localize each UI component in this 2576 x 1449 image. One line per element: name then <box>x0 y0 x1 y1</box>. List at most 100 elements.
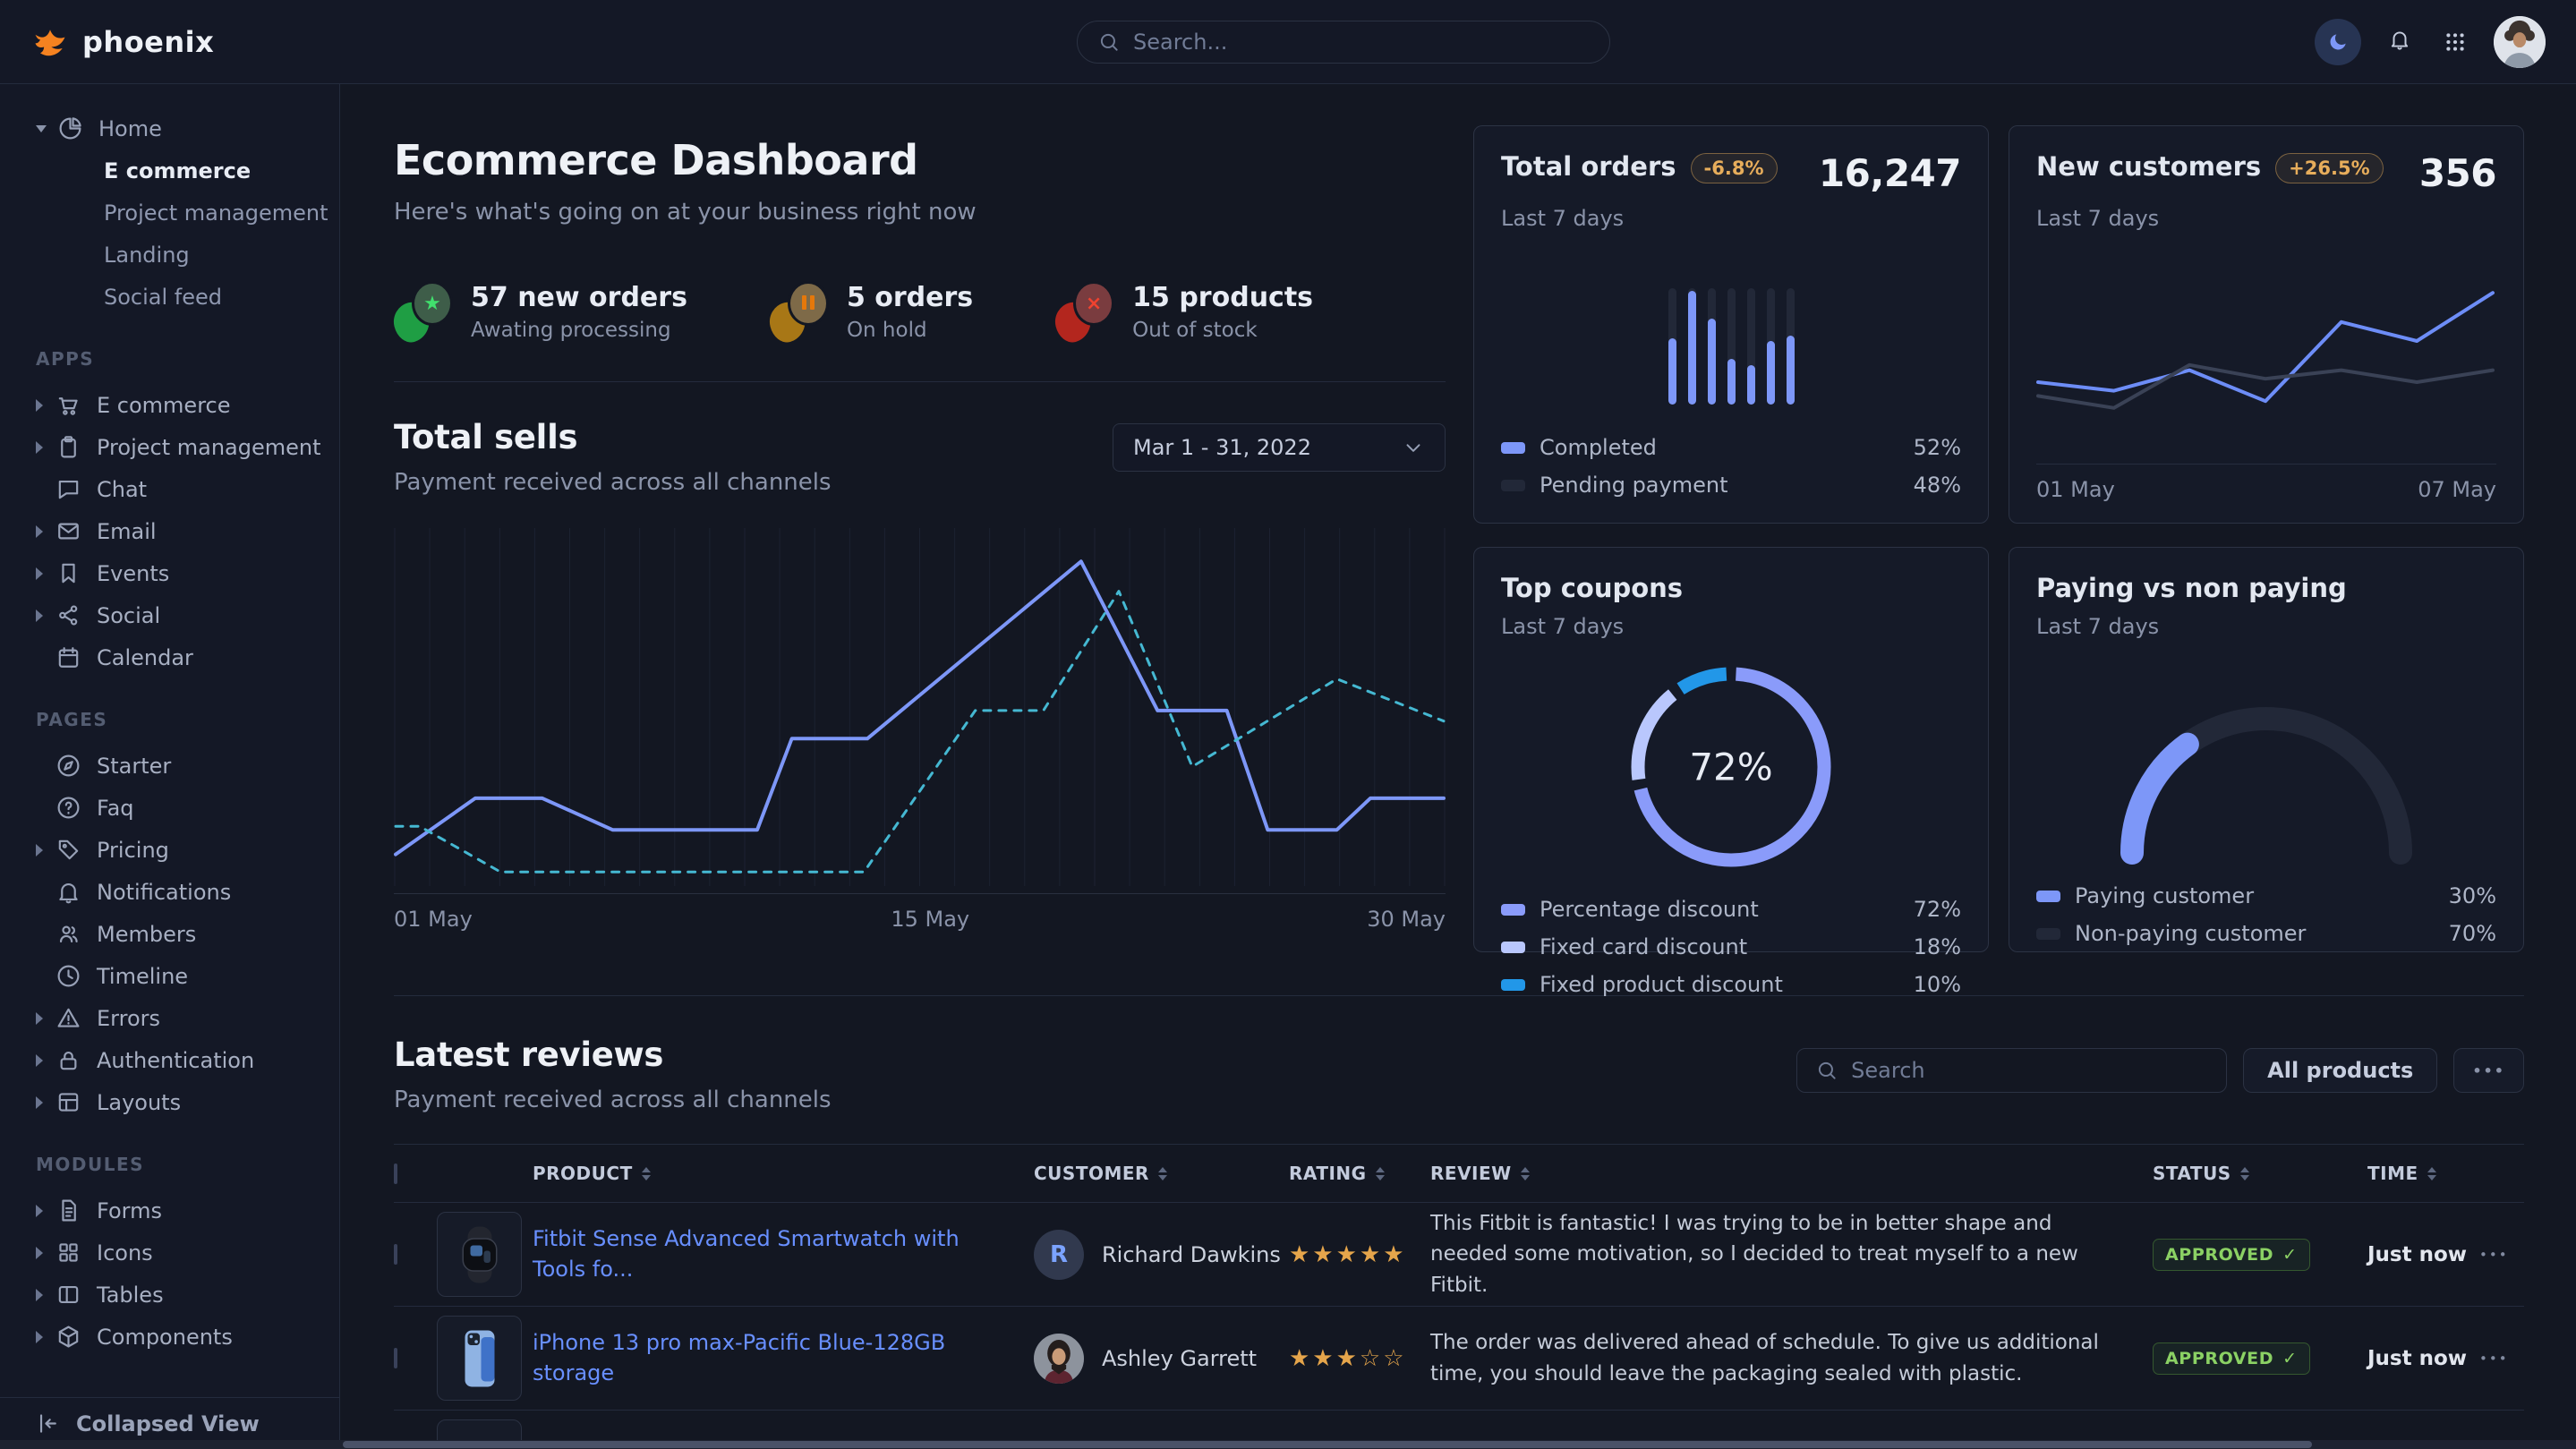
column-header-product[interactable]: PRODUCT <box>533 1163 1034 1184</box>
theme-toggle-button[interactable] <box>2315 19 2361 65</box>
row-checkbox[interactable] <box>394 1348 397 1368</box>
caret-right-icon <box>36 1012 43 1025</box>
check-icon: ✓ <box>2282 1349 2298 1368</box>
sidebar-item-e-commerce-dashboard[interactable]: E commerce <box>0 149 339 192</box>
sort-icon <box>642 1167 651 1181</box>
sidebar-item-email[interactable]: Email <box>0 510 339 552</box>
column-header-customer[interactable]: CUSTOMER <box>1034 1163 1289 1184</box>
product-link[interactable]: Fitbit Sense Advanced Smartwatch with To… <box>533 1224 1034 1284</box>
mail-icon <box>55 518 81 544</box>
row-menu-button[interactable]: ••• <box>2479 1247 2515 1263</box>
search-icon <box>1815 1059 1838 1082</box>
sidebar-item-authentication[interactable]: Authentication <box>0 1039 339 1081</box>
caret-right-icon <box>36 1331 43 1343</box>
orders-bar-chart <box>1501 288 1961 405</box>
x-tick-01-may: 01 May <box>394 907 473 932</box>
column-header-rating[interactable]: RATING <box>1289 1163 1430 1184</box>
row-checkbox[interactable] <box>394 1244 397 1265</box>
sidebar-item-events[interactable]: Events <box>0 552 339 594</box>
bell-icon <box>2388 28 2417 56</box>
horizontal-scrollbar[interactable] <box>343 1441 2312 1448</box>
product-thumbnail-iphone[interactable] <box>437 1316 522 1401</box>
sidebar-item-social-feed[interactable]: Social feed <box>0 276 339 318</box>
legend-paying-customer: Paying customer30% <box>2036 883 2496 908</box>
paying-gauge-chart <box>2036 669 2496 871</box>
grid-icon <box>55 1240 81 1266</box>
column-header-review[interactable]: REVIEW <box>1430 1163 2153 1184</box>
user-avatar[interactable] <box>2494 16 2546 68</box>
more-options-button[interactable]: ••• <box>2453 1048 2524 1093</box>
sidebar-item-e-commerce[interactable]: E commerce <box>0 384 339 426</box>
sidebar-item-icons[interactable]: Icons <box>0 1232 339 1274</box>
sidebar-item-timeline[interactable]: Timeline <box>0 955 339 997</box>
card-value: 356 <box>2419 151 2496 195</box>
sort-icon <box>1158 1167 1167 1181</box>
x-tick-07-may: 07 May <box>2418 477 2496 502</box>
calendar-icon <box>55 644 81 670</box>
legend-completed: Completed52% <box>1501 435 1961 460</box>
search-icon <box>1097 30 1121 54</box>
sidebar-item-tables[interactable]: Tables <box>0 1274 339 1316</box>
x-axis-line <box>2036 464 2496 465</box>
rating-stars: ★★★☆☆ <box>1289 1345 1430 1372</box>
sidebar-item-faq[interactable]: Faq <box>0 787 339 829</box>
global-search-input[interactable] <box>1133 30 1590 55</box>
reviews-search-input[interactable] <box>1851 1058 2208 1083</box>
legend-fixed-card-discount: Fixed card discount18% <box>1501 934 1961 959</box>
row-menu-button[interactable]: ••• <box>2479 1351 2515 1367</box>
column-header-status[interactable]: STATUS <box>2153 1163 2367 1184</box>
sort-icon <box>2427 1167 2436 1181</box>
sidebar-item-notifications[interactable]: Notifications <box>0 871 339 913</box>
check-icon: ✓ <box>2282 1245 2298 1265</box>
divider <box>394 381 1446 382</box>
date-range-select[interactable]: Mar 1 - 31, 2022 <box>1113 423 1446 472</box>
caret-right-icon <box>36 1054 43 1067</box>
x-tick-01-may: 01 May <box>2036 477 2115 502</box>
clock-icon <box>55 963 81 989</box>
sidebar-item-chat[interactable]: Chat <box>0 468 339 510</box>
sidebar-item-landing[interactable]: Landing <box>0 234 339 276</box>
reviews-search[interactable] <box>1796 1048 2227 1093</box>
moon-icon <box>2326 30 2350 54</box>
product-thumbnail-smartwatch[interactable] <box>437 1212 522 1297</box>
sort-icon <box>1521 1167 1530 1181</box>
sidebar-item-forms[interactable]: Forms <box>0 1189 339 1232</box>
select-all-checkbox[interactable] <box>394 1163 397 1184</box>
main-content: Ecommerce Dashboard Here's what's going … <box>340 84 2576 1449</box>
help-circle-icon <box>55 795 81 821</box>
sidebar-item-project-management[interactable]: Project management <box>0 426 339 468</box>
brand[interactable]: phoenix <box>30 22 340 62</box>
card-title: Paying vs non paying <box>2036 573 2347 603</box>
clipboard-icon <box>55 434 81 460</box>
box-icon <box>55 1324 81 1350</box>
sidebar-item-errors[interactable]: Errors <box>0 997 339 1039</box>
sidebar-item-components[interactable]: Components <box>0 1316 339 1358</box>
global-search[interactable] <box>1077 21 1610 64</box>
horizontal-scrollbar-track[interactable] <box>0 1440 2576 1449</box>
sidebar-section-modules: MODULES <box>0 1154 339 1175</box>
product-link[interactable]: iPhone 13 pro max-Pacific Blue-128GB sto… <box>533 1328 1034 1388</box>
card-top-coupons: Top coupons Last 7 days 72% Percentage d… <box>1473 547 1989 952</box>
warning-triangle-icon <box>55 1005 81 1031</box>
review-row-iphone: iPhone 13 pro max-Pacific Blue-128GB sto… <box>394 1307 2524 1411</box>
column-header-time[interactable]: TIME <box>2367 1163 2479 1184</box>
sidebar-group-home[interactable]: Home <box>0 107 339 149</box>
apps-grid-button[interactable] <box>2444 30 2467 54</box>
sidebar-item-pricing[interactable]: Pricing <box>0 829 339 871</box>
caret-right-icon <box>36 525 43 538</box>
cart-icon <box>55 392 81 418</box>
lock-icon <box>55 1047 81 1073</box>
card-value: 16,247 <box>1819 151 1961 195</box>
card-title: New customers <box>2036 151 2261 182</box>
all-products-button[interactable]: All products <box>2243 1048 2437 1093</box>
sidebar-item-members[interactable]: Members <box>0 913 339 955</box>
notifications-button[interactable] <box>2388 28 2417 56</box>
sidebar-item-social[interactable]: Social <box>0 594 339 636</box>
sidebar-item-starter[interactable]: Starter <box>0 745 339 787</box>
sidebar-item-project-management-dashboard[interactable]: Project management <box>0 192 339 234</box>
sidebar-item-calendar[interactable]: Calendar <box>0 636 339 678</box>
review-time: Just now <box>2367 1243 2479 1266</box>
sidebar-item-layouts[interactable]: Layouts <box>0 1081 339 1123</box>
caret-right-icon <box>36 1247 43 1259</box>
trend-badge: +26.5% <box>2275 153 2383 183</box>
